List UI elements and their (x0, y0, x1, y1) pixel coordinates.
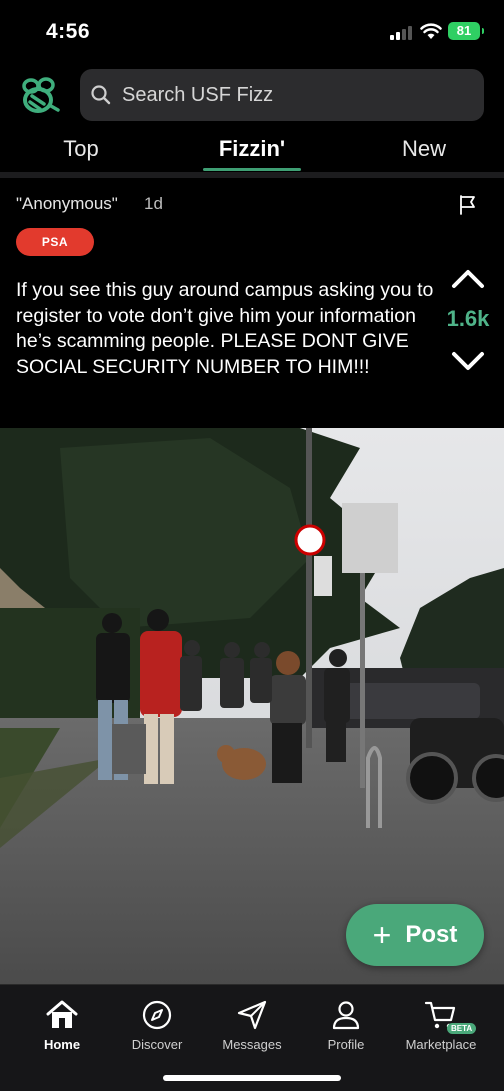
active-tab-indicator (203, 168, 301, 171)
compass-icon (142, 1000, 172, 1030)
nav-messages-label: Messages (222, 1037, 282, 1052)
psa-badge: PSA (16, 228, 94, 256)
home-icon (46, 1000, 78, 1028)
post-body: If you see this guy around campus asking… (16, 279, 434, 378)
nav-profile[interactable]: Profile (296, 999, 396, 1052)
nav-profile-label: Profile (327, 1037, 365, 1052)
tab-new[interactable]: New (382, 136, 466, 162)
nav-messages[interactable]: Messages (202, 999, 302, 1052)
feed-tabs: Top Fizzin' New (0, 130, 504, 172)
status-time: 4:56 (46, 20, 91, 43)
search-input[interactable]: Search USF Fizz (80, 69, 484, 121)
post-time: 1d (144, 194, 163, 213)
status-bar: 4:56 81 (0, 0, 504, 62)
person-icon (332, 1001, 360, 1030)
send-icon (237, 1000, 267, 1030)
fizz-logo-icon[interactable] (18, 74, 62, 118)
nav-discover[interactable]: Discover (107, 999, 207, 1052)
tab-fizzin[interactable]: Fizzin' (203, 136, 301, 162)
search-placeholder: Search USF Fizz (122, 83, 274, 106)
post-image[interactable] (0, 428, 504, 984)
upvote-icon[interactable] (448, 264, 488, 292)
nav-home[interactable]: Home (12, 999, 112, 1052)
flag-icon[interactable] (458, 194, 478, 216)
battery-indicator: 81 (448, 22, 484, 40)
plus-icon: + (372, 917, 392, 953)
nav-marketplace-label: Marketplace (405, 1037, 477, 1052)
search-icon (91, 85, 111, 105)
post-author: "Anonymous" (16, 194, 118, 213)
nav-discover-label: Discover (131, 1037, 183, 1052)
header: Search USF Fizz Top Fizzin' New (0, 62, 504, 178)
new-post-label: Post (405, 921, 458, 948)
vote-count: 1.6k (446, 306, 490, 331)
nav-home-label: Home (43, 1037, 81, 1052)
post-card[interactable]: "Anonymous" 1d PSA If you see this guy a… (0, 178, 504, 428)
signal-icon (390, 26, 414, 40)
beta-badge: BETA (447, 1023, 477, 1034)
wifi-icon (420, 23, 442, 39)
new-post-button[interactable]: + Post (346, 904, 484, 966)
tab-top[interactable]: Top (40, 136, 122, 162)
home-indicator (163, 1075, 341, 1081)
nav-marketplace[interactable]: BETA Marketplace (391, 999, 491, 1052)
downvote-icon[interactable] (448, 348, 488, 376)
